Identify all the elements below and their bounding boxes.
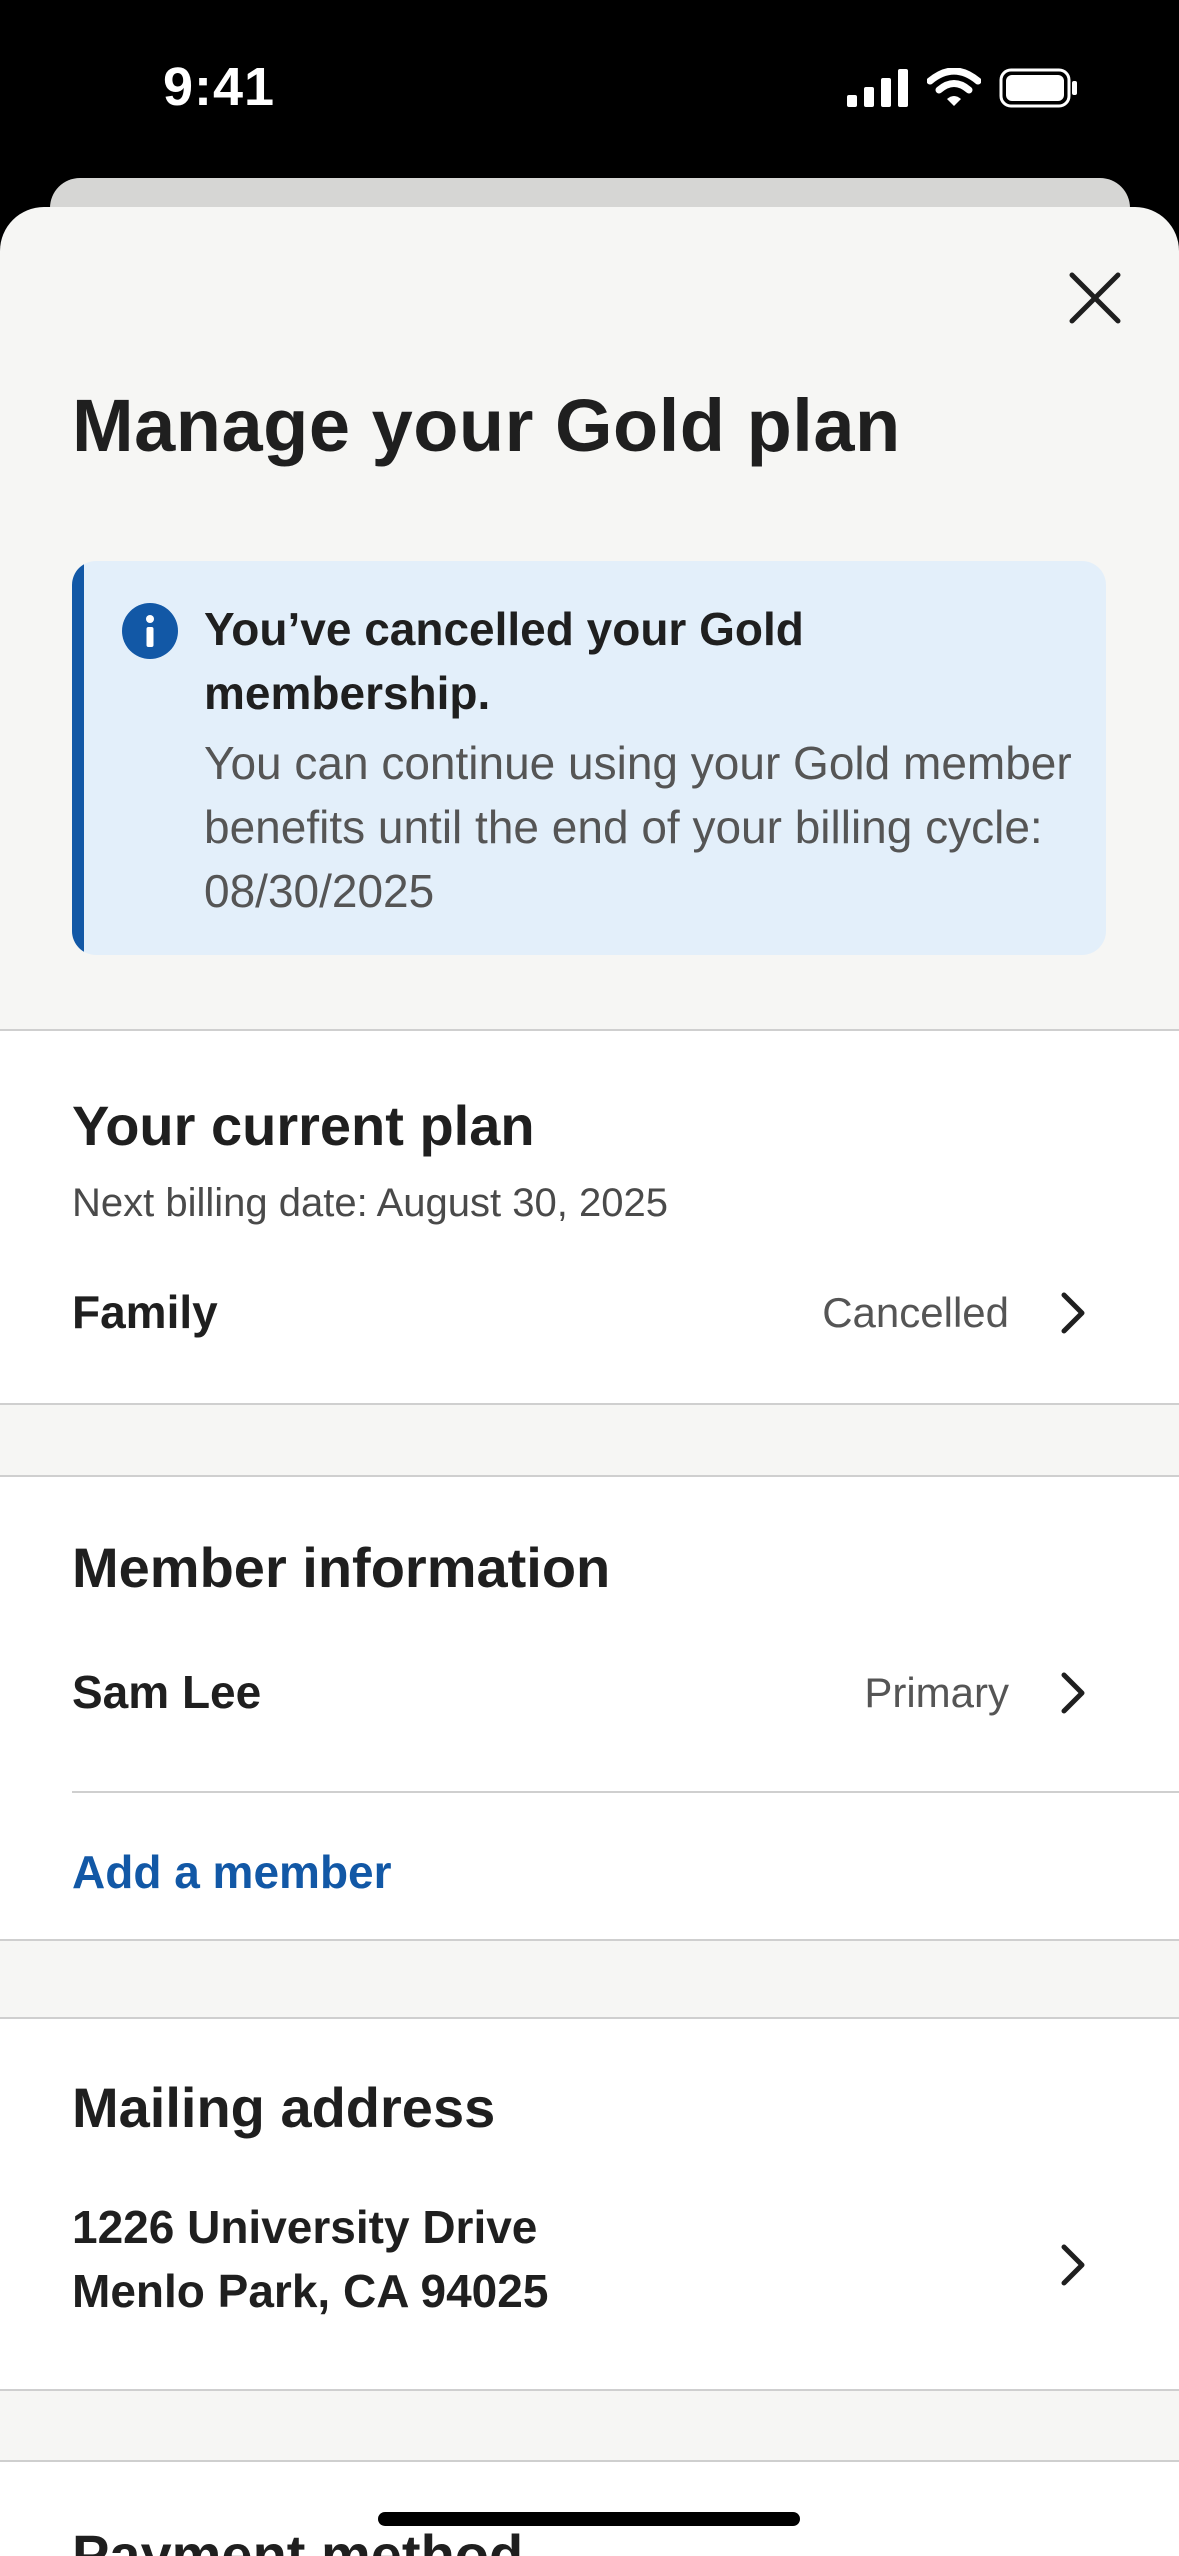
current-plan-section: Your current plan Next billing date: Aug… (0, 1029, 1179, 1405)
member-information-section: Member information Sam Lee Primary Add a… (0, 1475, 1179, 1941)
banner-body: You can continue using your Gold member … (204, 737, 1072, 917)
address-line-1: 1226 University Drive (72, 2201, 538, 2253)
cancellation-banner: You’ve cancelled your Gold membership. Y… (72, 561, 1106, 955)
plan-row-family[interactable]: Family Cancelled (0, 1271, 1179, 1355)
cellular-signal-icon (847, 69, 908, 107)
mailing-address-title: Mailing address (72, 2076, 496, 2139)
address-block: 1226 University Drive Menlo Park, CA 940… (72, 2195, 548, 2323)
battery-icon (999, 68, 1077, 108)
member-information-title: Member information (72, 1536, 611, 1599)
payment-method-section: Payment method (0, 2460, 1179, 2556)
chevron-right-icon (1061, 1292, 1085, 1334)
close-icon (1069, 272, 1121, 324)
chevron-right-icon (1061, 2244, 1085, 2286)
home-indicator[interactable] (378, 2512, 800, 2526)
close-button[interactable] (1058, 261, 1132, 335)
status-icons (847, 66, 1079, 110)
banner-title: You’ve cancelled your Gold membership. (204, 603, 804, 719)
status-bar: 9:41 (0, 0, 1179, 175)
payment-method-title: Payment method (72, 2523, 524, 2556)
member-role: Primary (864, 1669, 1009, 1716)
wifi-icon (927, 68, 981, 106)
member-row-sam-lee[interactable]: Sam Lee Primary (0, 1653, 1179, 1737)
banner-accent (72, 561, 84, 955)
next-billing-date: Next billing date: August 30, 2025 (72, 1181, 668, 1225)
info-icon (122, 603, 178, 659)
add-member-link[interactable]: Add a member (72, 1845, 392, 1899)
chevron-right-icon (1061, 1672, 1085, 1714)
plan-name: Family (72, 1286, 218, 1338)
plan-status: Cancelled (822, 1289, 1009, 1336)
page-title: Manage your Gold plan (72, 384, 901, 467)
current-plan-title: Your current plan (72, 1094, 535, 1157)
mailing-address-section: Mailing address 1226 University Drive Me… (0, 2017, 1179, 2391)
status-time: 9:41 (163, 57, 276, 117)
divider (72, 1791, 1179, 1793)
mailing-address-row[interactable]: 1226 University Drive Menlo Park, CA 940… (0, 2195, 1179, 2335)
address-line-2: Menlo Park, CA 94025 (72, 2265, 549, 2317)
member-name: Sam Lee (72, 1666, 262, 1718)
manage-plan-sheet: Manage your Gold plan You’ve cancelled y… (0, 207, 1179, 2556)
